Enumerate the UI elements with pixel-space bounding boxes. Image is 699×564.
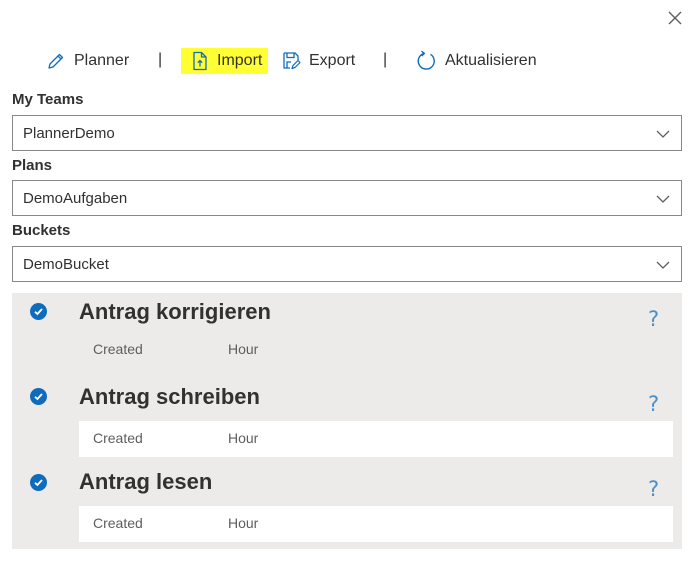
plans-label: Plans	[12, 157, 53, 174]
buckets-label: Buckets	[12, 222, 71, 239]
close-button[interactable]	[664, 7, 686, 29]
task-item: Antrag lesen ? Created Hour	[12, 464, 682, 550]
task-list: Antrag korrigieren ? Created Hour Antrag…	[12, 293, 682, 549]
task-title[interactable]: Antrag schreiben	[79, 384, 260, 410]
created-label: Created	[93, 341, 143, 357]
planner-label: Planner	[74, 52, 130, 69]
help-icon[interactable]: ?	[648, 477, 659, 501]
refresh-button[interactable]: Aktualisieren	[415, 48, 537, 74]
plans-dropdown[interactable]: DemoAufgaben	[12, 180, 682, 216]
hour-label: Hour	[228, 341, 259, 357]
toolbar-separator: |	[158, 51, 163, 68]
task-checkbox[interactable]	[30, 474, 47, 491]
import-button[interactable]: Import	[181, 48, 269, 74]
teams-selected-value: PlannerDemo	[23, 124, 115, 142]
checkmark-icon	[34, 308, 43, 316]
created-label: Created	[93, 430, 143, 446]
export-button[interactable]: Export	[282, 48, 355, 74]
task-checkbox[interactable]	[30, 388, 47, 405]
hour-label: Hour	[228, 515, 259, 531]
task-item: Antrag korrigieren ? Created Hour	[12, 293, 682, 379]
help-icon[interactable]: ?	[648, 307, 659, 331]
created-label: Created	[93, 515, 143, 531]
import-label: Import	[217, 52, 263, 69]
save-as-icon	[283, 52, 301, 70]
task-title[interactable]: Antrag korrigieren	[79, 299, 271, 325]
refresh-label: Aktualisieren	[445, 52, 537, 69]
export-label: Export	[309, 52, 356, 69]
toolbar: Planner | Import Export | Aktualisieren	[0, 42, 699, 80]
teams-label: My Teams	[12, 91, 84, 108]
chevron-down-icon	[656, 130, 670, 138]
planner-button[interactable]: Planner	[46, 48, 129, 74]
task-details: Created Hour	[79, 421, 673, 457]
task-details: Created Hour	[79, 506, 673, 542]
buckets-selected-value: DemoBucket	[23, 255, 109, 273]
checkmark-icon	[34, 479, 43, 487]
task-details: Created Hour	[79, 332, 673, 368]
plans-selected-value: DemoAufgaben	[23, 189, 128, 207]
checkmark-icon	[34, 393, 43, 401]
hour-label: Hour	[228, 430, 259, 446]
task-item: Antrag schreiben ? Created Hour	[12, 379, 682, 465]
task-title[interactable]: Antrag lesen	[79, 469, 212, 495]
close-icon	[668, 11, 682, 25]
chevron-down-icon	[656, 195, 670, 203]
pencil-icon	[48, 53, 64, 69]
toolbar-separator: |	[383, 51, 388, 68]
teams-dropdown[interactable]: PlannerDemo	[12, 115, 682, 151]
task-checkbox[interactable]	[30, 303, 47, 320]
refresh-icon	[417, 50, 435, 70]
buckets-dropdown[interactable]: DemoBucket	[12, 246, 682, 282]
help-icon[interactable]: ?	[648, 392, 659, 416]
chevron-down-icon	[656, 261, 670, 269]
file-upload-icon	[193, 51, 207, 71]
